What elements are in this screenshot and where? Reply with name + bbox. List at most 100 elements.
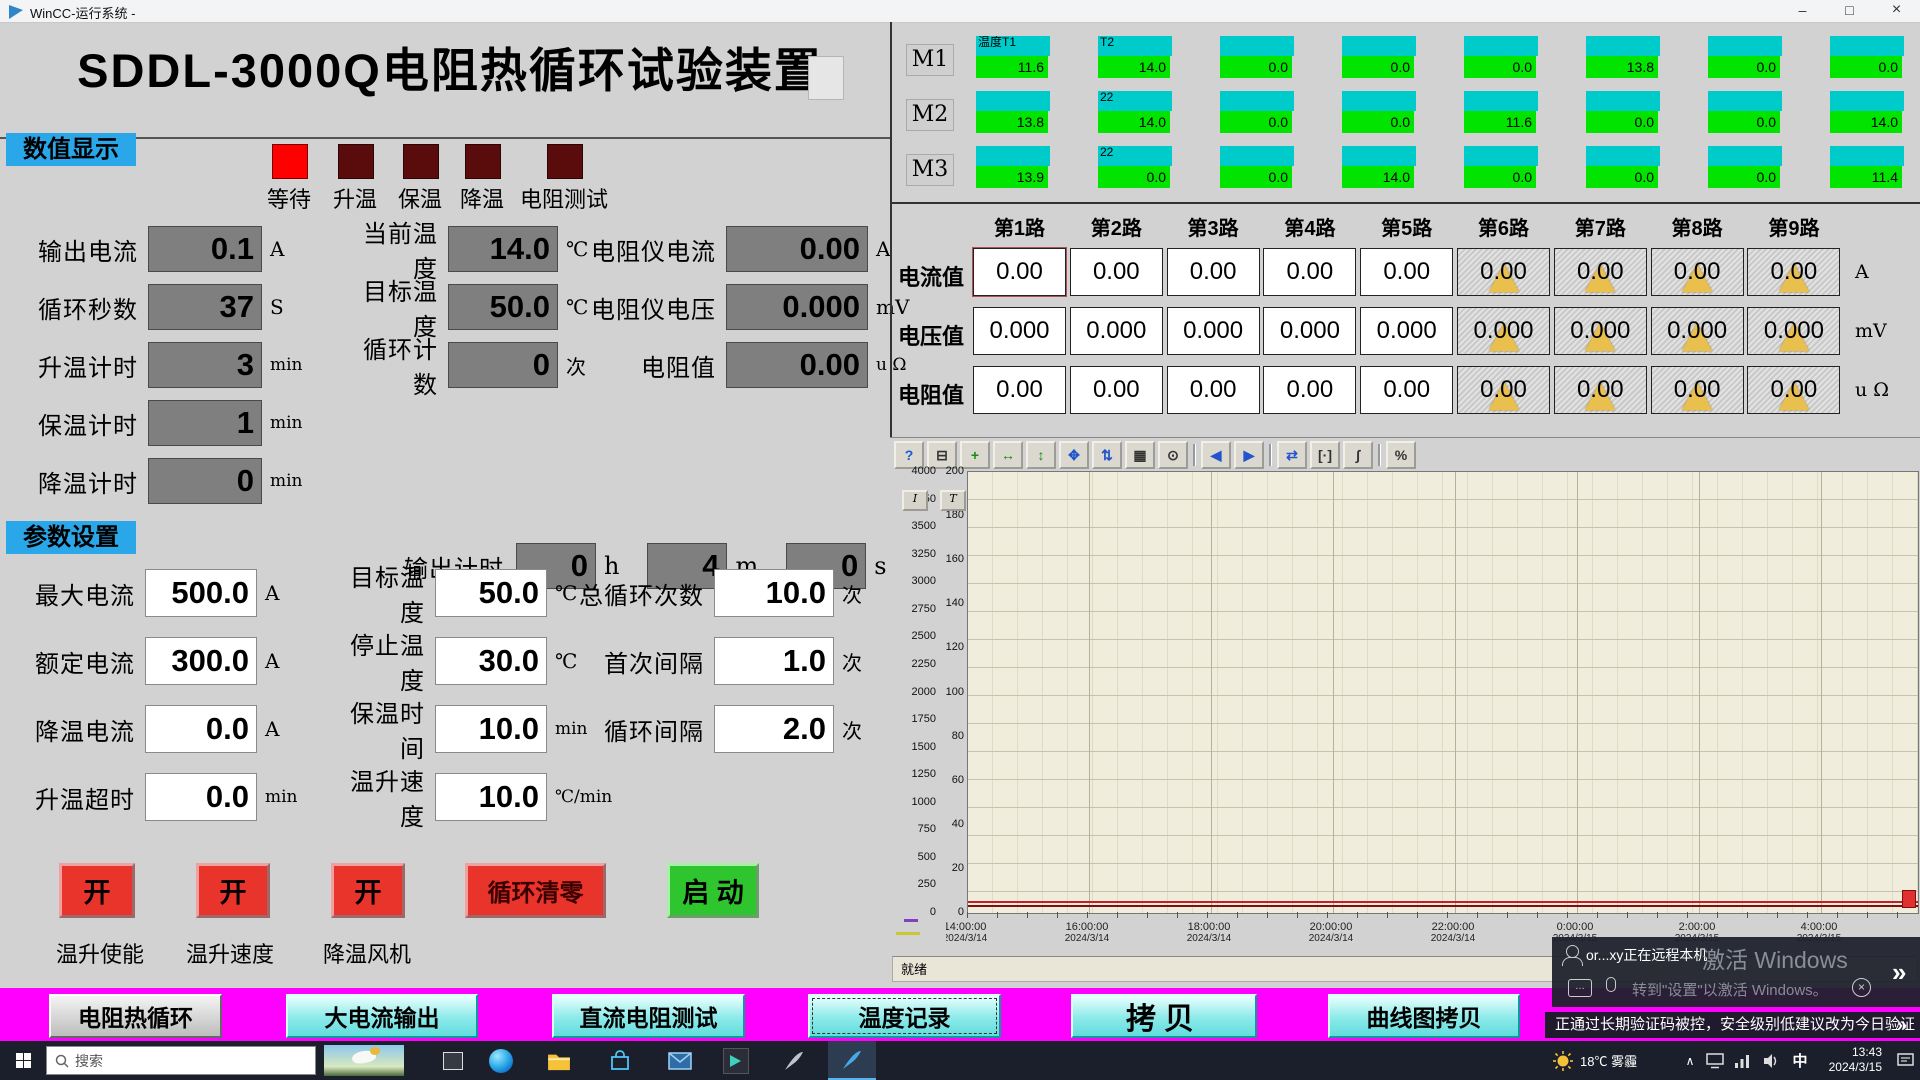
edge-browser-button[interactable]: [479, 1041, 523, 1080]
microphone-icon[interactable]: [1606, 977, 1616, 992]
windows-taskbar: 搜索: [0, 1041, 1920, 1080]
y-outer-tick-8: 2000: [894, 686, 936, 698]
next-trend-icon[interactable]: ▶: [1234, 441, 1264, 469]
chat-icon[interactable]: …: [1568, 979, 1592, 997]
display-col1-value-1: 0.1: [148, 226, 262, 272]
speaker-icon[interactable]: [1758, 1041, 1784, 1080]
taskbar-search-input[interactable]: 搜索: [46, 1046, 316, 1075]
zoom-vertical-icon[interactable]: ↕: [1026, 441, 1056, 469]
module-cell-top-M2-3: [1220, 91, 1294, 111]
param-col1-value-2[interactable]: 300.0: [145, 637, 257, 685]
display-col2-value-2: 50.0: [448, 284, 558, 330]
file-explorer-button[interactable]: [537, 1041, 581, 1080]
nav-button-3[interactable]: 直流电阻测试: [552, 994, 745, 1038]
y-outer-tick-7: 2250: [894, 658, 936, 670]
window-titlebar: WinCC-运行系统 - – □ ×: [0, 0, 1920, 23]
param-col3-value-1[interactable]: 10.0: [714, 569, 834, 617]
time-range-icon[interactable]: ⊙: [1158, 441, 1188, 469]
select-range-icon[interactable]: [·]: [1310, 441, 1340, 469]
start-button[interactable]: [0, 1041, 46, 1080]
x-tick-1: 14:00:002024/3/14: [946, 921, 1010, 944]
zoom-horizontal-icon[interactable]: ↔: [993, 441, 1023, 469]
zoom-in-icon[interactable]: +: [960, 441, 990, 469]
nav-button-2[interactable]: 大电流输出: [286, 994, 478, 1038]
wincc-runtime-window: WinCC-运行系统 - – □ × SDDL-3000Q电阻热循环试验装置 数…: [0, 0, 1920, 1080]
param-col1-value-4[interactable]: 0.0: [145, 773, 257, 821]
app-button-dark[interactable]: [714, 1041, 758, 1080]
grid-select-icon[interactable]: ▦: [1125, 441, 1155, 469]
param-col3-value-3[interactable]: 2.0: [714, 705, 834, 753]
weather-status[interactable]: 18℃ 雾霾: [1580, 1041, 1666, 1080]
percent-scale-icon[interactable]: %: [1386, 441, 1416, 469]
channel-table: 第1路第2路第3路第4路第5路第6路第7路第8路第9路电流值0.000.000.…: [890, 202, 1920, 434]
param-col2-value-2[interactable]: 30.0: [435, 637, 547, 685]
taskbar-clock[interactable]: 13:43 2024/3/15: [1818, 1045, 1882, 1075]
close-session-icon[interactable]: ×: [1852, 978, 1871, 997]
table-cell-r3c3: 0.00: [1167, 366, 1260, 414]
param-col1-value-1[interactable]: 500.0: [145, 569, 257, 617]
table-row-label-2: 电压值: [898, 319, 964, 351]
close-button[interactable]: ×: [1873, 0, 1920, 22]
task-view-button[interactable]: [431, 1041, 475, 1080]
shift-axis-icon[interactable]: ⇄: [1277, 441, 1307, 469]
weather-sun-icon[interactable]: [1548, 1041, 1578, 1080]
store-button[interactable]: [598, 1041, 642, 1080]
module-cell-top-M3-6: [1586, 146, 1660, 166]
button-caption-2: 温升速度: [160, 937, 300, 969]
hidden-icons-chevron[interactable]: ∧: [1680, 1041, 1700, 1080]
param-col2-value-4[interactable]: 10.0: [435, 773, 547, 821]
nav-button-5[interactable]: 拷贝: [1071, 994, 1257, 1038]
maximize-button[interactable]: □: [1826, 0, 1873, 22]
param-col2-value-1[interactable]: 50.0: [435, 569, 547, 617]
table-cell-r1c7: 0.00: [1554, 248, 1647, 296]
display-col1-value-3: 3: [148, 342, 262, 388]
module-label-M3: M3: [906, 154, 954, 186]
y-axis-outer-name[interactable]: I: [902, 490, 928, 511]
ime-indicator[interactable]: 中: [1788, 1041, 1812, 1080]
app-button-feather-active[interactable]: [828, 1041, 876, 1080]
button-温升速度[interactable]: 开: [196, 863, 270, 918]
module-cell-top-M1-3: [1220, 36, 1294, 56]
nav-button-6[interactable]: 曲线图拷贝: [1328, 994, 1520, 1038]
module-cell-top-M3-4: [1342, 146, 1416, 166]
button-循环清零[interactable]: 循环清零: [465, 863, 606, 918]
nav-button-1[interactable]: 电阻热循环: [49, 994, 222, 1038]
previous-trend-icon[interactable]: ◀: [1201, 441, 1231, 469]
trend-line-red: [968, 901, 1918, 903]
nav-button-4[interactable]: 温度记录: [808, 994, 1001, 1038]
y-inner-tick-6: 80: [938, 730, 964, 742]
button-降温风机[interactable]: 开: [331, 863, 405, 918]
display-col3-row-1: 电阻仪电流0.00A: [584, 226, 890, 272]
param-col2-value-3[interactable]: 10.0: [435, 705, 547, 753]
alert-expand-chevron[interactable]: »: [1897, 1012, 1907, 1038]
x-tick-5: 22:00:002024/3/14: [1408, 921, 1498, 944]
widget-weather-thumbnail[interactable]: [322, 1041, 406, 1080]
table-row-label-1: 电流值: [898, 260, 964, 292]
statistics-icon[interactable]: ∫: [1343, 441, 1373, 469]
title-side-box: [808, 56, 844, 100]
action-center-icon[interactable]: [1892, 1041, 1918, 1080]
edge-icon: [489, 1049, 513, 1073]
display-col3-label-3: 电阻值: [584, 348, 716, 383]
activate-windows-watermark: 激活 Windows: [1702, 941, 1848, 975]
param-col1-value-3[interactable]: 0.0: [145, 705, 257, 753]
table-cell-r3c7: 0.00: [1554, 366, 1647, 414]
y-axis-inner-name[interactable]: T: [940, 490, 966, 511]
button-启动[interactable]: 启 动: [667, 863, 759, 918]
button-温升使能[interactable]: 开: [59, 863, 135, 918]
network-icon[interactable]: [1730, 1041, 1756, 1080]
popup-expand-chevron[interactable]: »: [1892, 957, 1906, 988]
table-unit-3: u Ω: [1855, 379, 1889, 401]
mail-button[interactable]: [658, 1041, 702, 1080]
param-col2-row-1: 目标温度50.0℃: [329, 570, 577, 616]
param-col3-value-2[interactable]: 1.0: [714, 637, 834, 685]
app-button-feather-gray[interactable]: [772, 1041, 816, 1080]
table-cell-r1c8: 0.00: [1651, 248, 1744, 296]
scale-y-icon[interactable]: ⇅: [1092, 441, 1122, 469]
y-outer-tick-2: 3500: [894, 520, 936, 532]
security-alert-popup: 正通过长期验证码被控，安全级别低建议改为今日验证码 »: [1545, 1012, 1920, 1038]
pan-icon[interactable]: ✥: [1059, 441, 1089, 469]
minimize-button[interactable]: –: [1779, 0, 1826, 22]
display-col1-label-2: 循环秒数: [38, 290, 138, 325]
device-monitor-icon[interactable]: [1702, 1041, 1728, 1080]
